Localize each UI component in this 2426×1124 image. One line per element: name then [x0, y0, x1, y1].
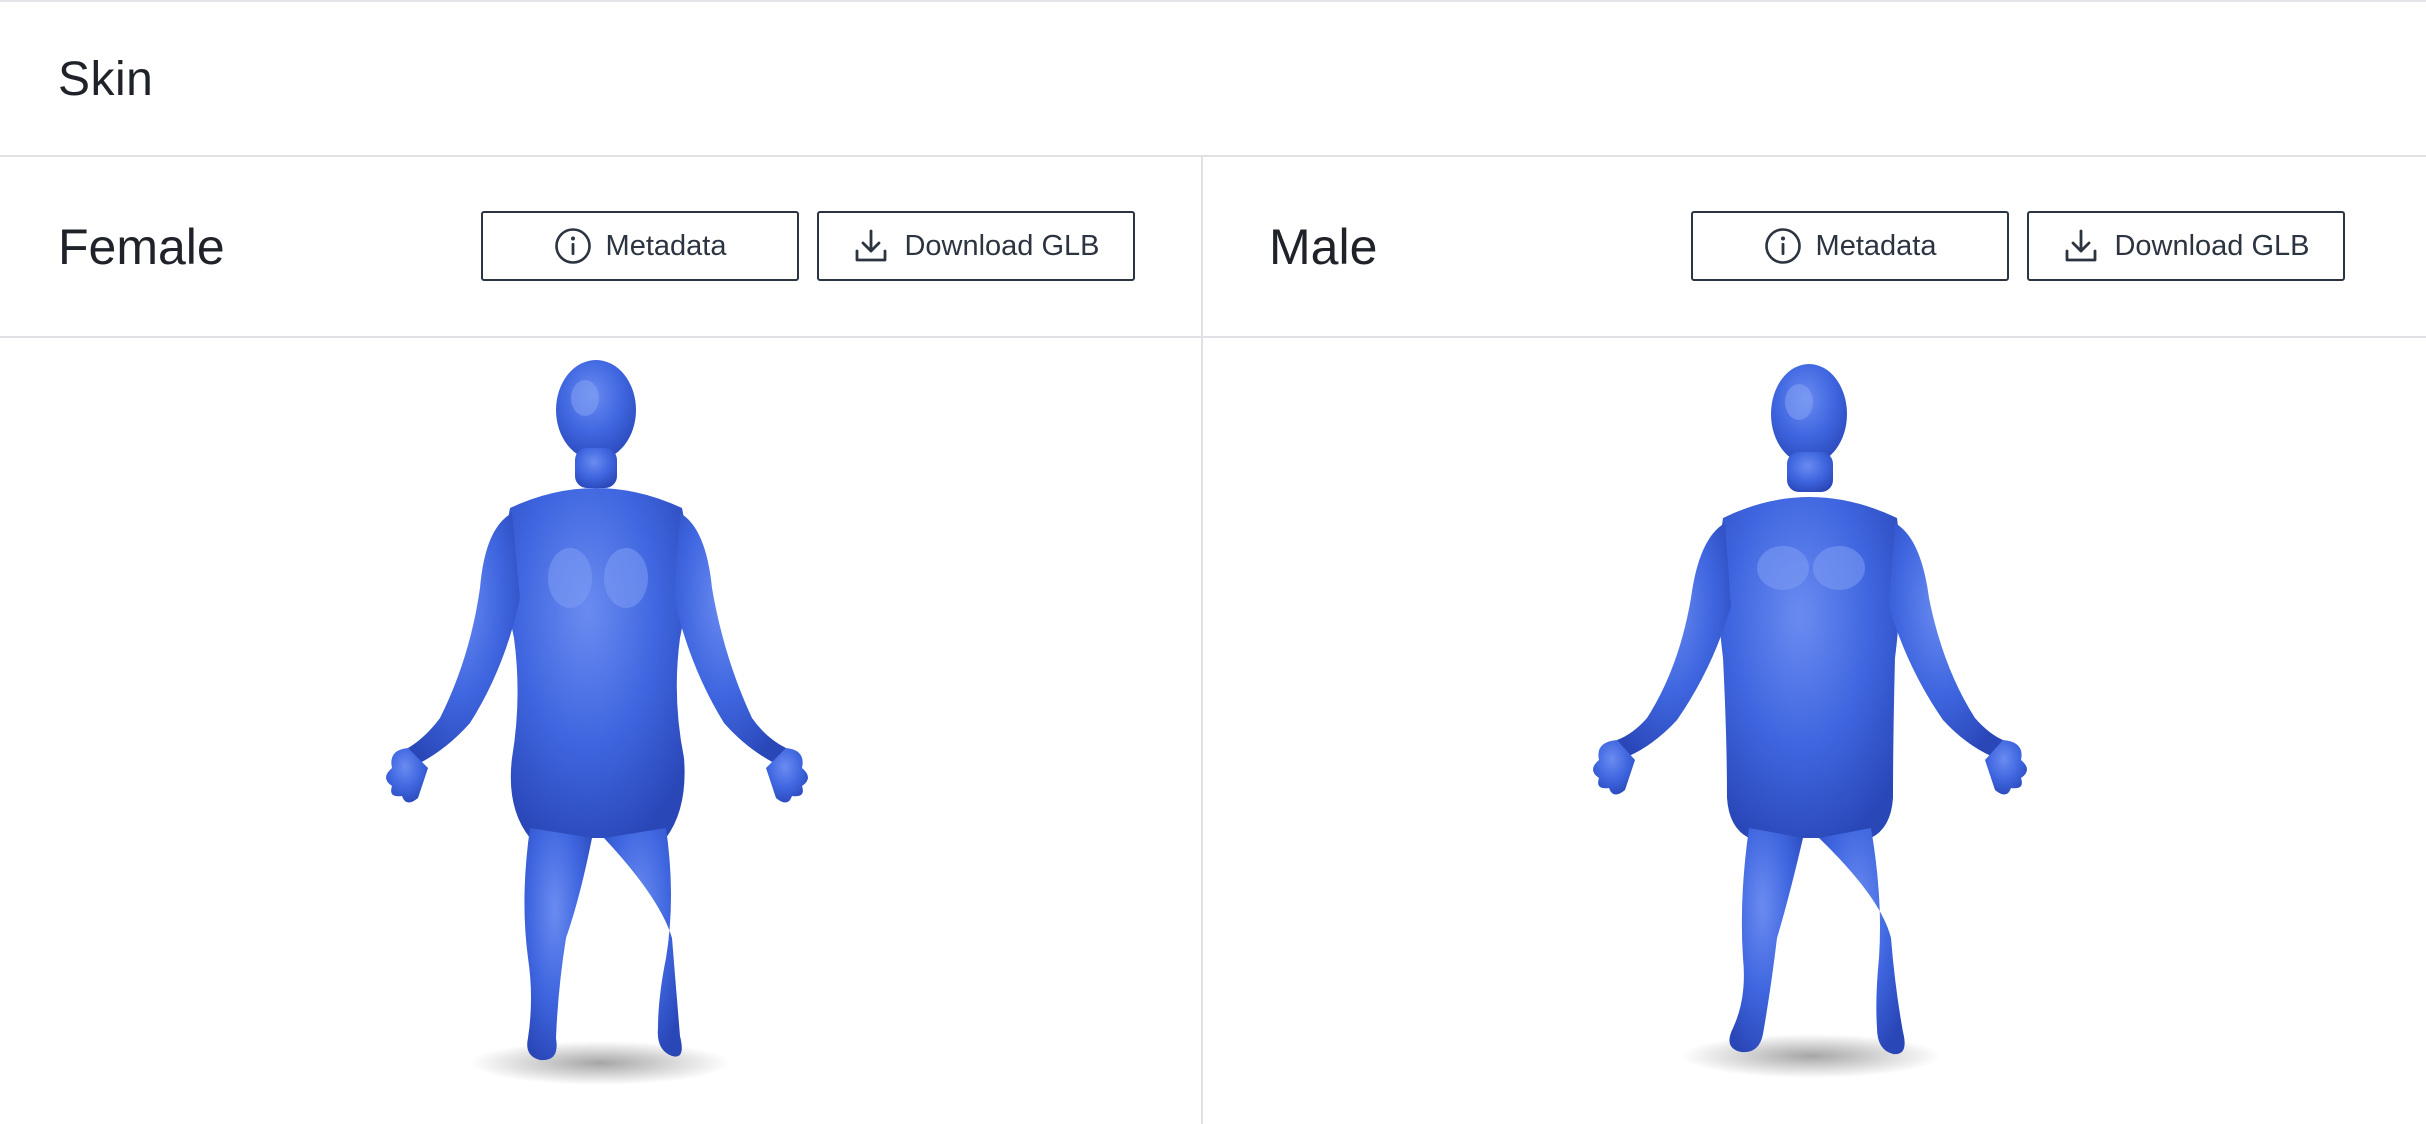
section-title: Skin [58, 53, 154, 106]
download-glb-button[interactable]: Download GLB [2027, 211, 2345, 281]
3d-model-viewer[interactable] [0, 338, 1201, 1124]
metadata-button-label: Metadata [605, 229, 727, 262]
download-icon [852, 227, 890, 265]
female-body-model [386, 360, 808, 1085]
metadata-button[interactable]: Metadata [1691, 211, 2009, 281]
panel-header: Female Metadata Download GLB [0, 157, 1201, 338]
3d-model-viewer[interactable] [1203, 338, 2426, 1124]
download-glb-button[interactable]: Download GLB [817, 211, 1135, 281]
male-panel: Male Metadata Download GLB [1203, 157, 2426, 1124]
skin-section: Skin Female Metadata Download GLB Male M… [0, 0, 2426, 1124]
panel-header: Male Metadata Download GLB [1203, 157, 2426, 338]
info-circle-icon [554, 227, 592, 265]
download-glb-button-label: Download GLB [904, 229, 1100, 262]
download-icon [2062, 227, 2100, 265]
female-panel: Female Metadata Download GLB [0, 157, 1201, 1124]
panel-title: Female [58, 219, 225, 275]
download-glb-button-label: Download GLB [2114, 229, 2310, 262]
male-body-model [1593, 364, 2027, 1078]
metadata-button[interactable]: Metadata [481, 211, 799, 281]
metadata-button-label: Metadata [1815, 229, 1937, 262]
info-circle-icon [1764, 227, 1802, 265]
section-header: Skin [0, 2, 2426, 157]
panel-title: Male [1269, 219, 1378, 275]
